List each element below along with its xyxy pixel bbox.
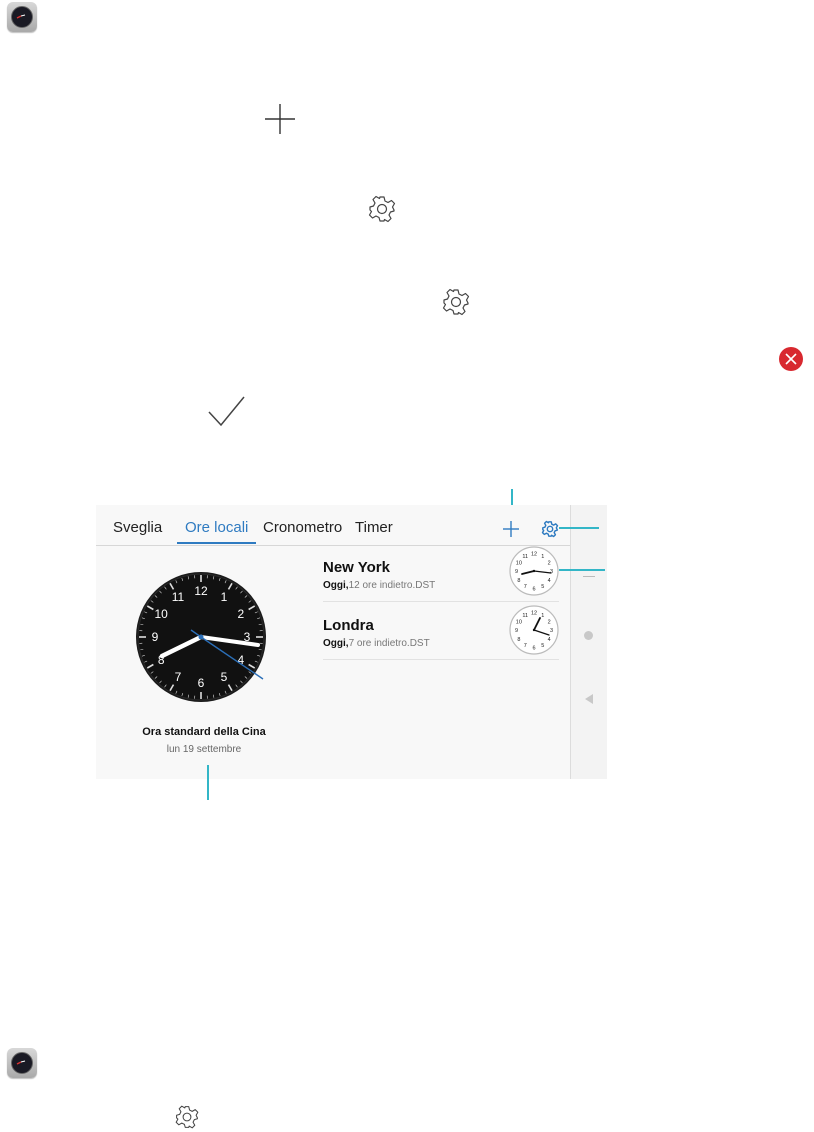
clock-numeral: 10 [154,607,168,621]
clock-numeral: 7 [524,643,527,649]
clock-numeral: 3 [550,569,553,575]
clock-numeral: 1 [541,554,544,560]
clock-numeral: 8 [517,637,520,643]
clock-numeral: 1 [541,613,544,619]
main-date-label: lun 19 settembre [166,744,242,755]
clock-numeral: 6 [532,587,535,593]
clock-numeral: 3 [550,628,553,634]
clock-numeral: 6 [198,676,205,690]
clock-numeral: 11 [172,590,185,604]
clock-numeral: 9 [152,630,159,644]
tab-cronometro[interactable]: Cronometro [263,519,342,536]
clock-numeral: 9 [515,569,518,575]
clock-app-screenshot: Sveglia Ore locali Cronometro Timer 12 1 2… [96,505,607,779]
clock-numeral: 10 [516,619,522,625]
checkmark-icon [208,396,245,427]
tab-bar: Sveglia Ore locali Cronometro Timer [96,505,570,546]
tab-ore-locali[interactable]: Ore locali [185,519,248,536]
tab-timer[interactable]: Timer [355,519,393,536]
divider [323,659,559,660]
clock-numeral: 5 [541,643,544,649]
main-analog-clock: 12 1234567891011 [136,572,266,702]
divider [323,601,559,602]
home-icon[interactable] [584,631,593,640]
clock-numeral: 4 [548,578,551,584]
clock-numeral: 5 [541,584,544,590]
delete-red-icon [779,347,803,371]
clock-numeral: 4 [548,637,551,643]
main-timezone-label: Ora standard della Cina [142,726,266,738]
gear-icon [368,195,396,223]
back-icon[interactable] [585,694,593,704]
clock-numeral: 10 [516,560,522,566]
clock-numeral: 6 [532,646,535,652]
gear-icon [442,288,470,316]
callout-line [207,765,209,800]
clock-app-icon [7,2,37,32]
clock-numeral: 11 [522,613,528,619]
navigation-bar [570,505,607,779]
tab-sveglia[interactable]: Sveglia [113,519,162,536]
clock-numeral: 2 [237,607,244,621]
callout-line [559,569,605,571]
plus-icon [265,104,295,134]
clock-numeral: 12 [531,611,537,617]
clock-numeral: 8 [517,578,520,584]
active-tab-indicator [177,542,256,544]
add-city-button[interactable] [502,520,520,538]
londra-clock: 12 12 3 45678 9 1011 [509,605,559,655]
clock-app-icon [7,1048,37,1078]
clock-numeral: 1 [221,590,228,604]
clock-numeral: 7 [524,584,527,590]
new-york-clock: 12 12 3 45678 9 1011 [509,546,559,596]
callout-dot [559,527,561,529]
clock-numeral: 12 [531,552,537,558]
clock-numeral: 2 [548,619,551,625]
clock-numeral: 11 [522,554,528,560]
clock-numeral: 12 [194,584,208,598]
clock-numeral: 7 [175,670,182,684]
callout-line [559,527,599,529]
gear-icon [175,1105,199,1129]
settings-button[interactable] [541,520,559,538]
clock-numeral: 9 [515,628,518,634]
clock-numeral: 2 [548,560,551,566]
clock-numeral: 5 [221,670,228,684]
